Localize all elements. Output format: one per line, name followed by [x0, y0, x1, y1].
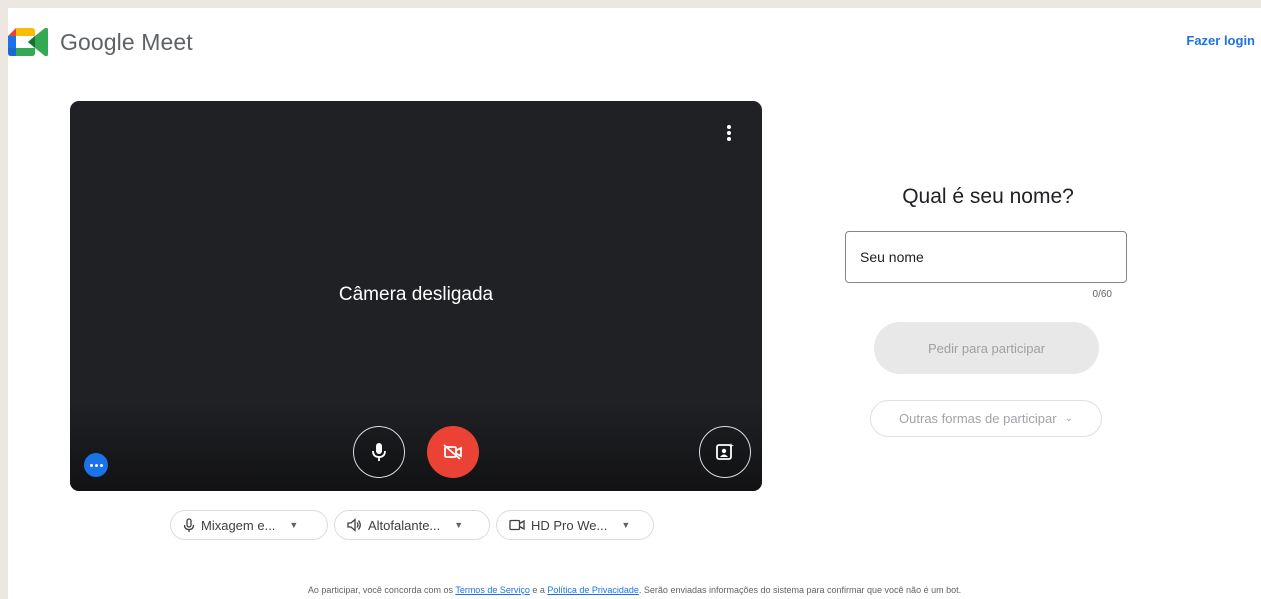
- other-ways-to-join-button[interactable]: Outras formas de participar ⌄: [870, 400, 1102, 437]
- speaker-select-label: Altofalante...: [368, 517, 441, 533]
- more-vert-icon[interactable]: [722, 123, 736, 143]
- name-prompt-heading: Qual é seu nome?: [902, 185, 1074, 208]
- chevron-down-icon: ⌄: [1064, 413, 1073, 424]
- page: Google Meet Fazer login Câmera desligada: [8, 8, 1261, 599]
- dropdown-arrow-icon: ▼: [289, 520, 299, 530]
- preview-bottom-gradient: [70, 401, 762, 491]
- camera-off-message: Câmera desligada: [338, 284, 494, 305]
- footer-text-start: Ao participar, você concorda com os: [307, 585, 456, 595]
- speaker-icon: [347, 518, 361, 532]
- device-selectors: Mixagem e... ▼ Altofalante... ▼ HD Pro W…: [170, 510, 654, 540]
- meet-logo-icon: [8, 28, 48, 56]
- name-input[interactable]: [845, 231, 1127, 283]
- footer-text-end: . Serão enviadas informações do sistema …: [638, 585, 962, 595]
- microphone-toggle-button[interactable]: [353, 426, 405, 478]
- camera-select[interactable]: HD Pro We... ▼: [496, 510, 654, 540]
- sign-in-link[interactable]: Fazer login: [1186, 33, 1255, 48]
- footer-text-mid: e a: [529, 585, 548, 595]
- privacy-policy-link[interactable]: Política de Privacidade: [547, 585, 639, 595]
- videocam-off-icon: [443, 444, 462, 460]
- character-counter: 0/60: [1092, 289, 1112, 300]
- visual-effects-icon: [716, 443, 734, 460]
- camera-select-label: HD Pro We...: [531, 517, 608, 533]
- videocam-icon: [509, 519, 525, 531]
- terms-footer: Ao participar, você concorda com os Term…: [8, 585, 1261, 595]
- camera-toggle-button[interactable]: [427, 426, 479, 478]
- google-meet-logo[interactable]: Google Meet: [8, 28, 193, 56]
- speaker-select[interactable]: Altofalante... ▼: [334, 510, 490, 540]
- video-preview: Câmera desligada: [70, 101, 762, 491]
- visual-effects-button[interactable]: [699, 426, 751, 478]
- other-ways-to-join-label: Outras formas de participar: [899, 411, 1057, 426]
- mic-icon: [372, 443, 386, 461]
- ask-to-join-button[interactable]: Pedir para participar: [874, 322, 1099, 374]
- more-horiz-icon[interactable]: [84, 453, 108, 477]
- microphone-select[interactable]: Mixagem e... ▼: [170, 510, 328, 540]
- dropdown-arrow-icon: ▼: [621, 520, 631, 530]
- microphone-select-label: Mixagem e...: [201, 517, 276, 533]
- dropdown-arrow-icon: ▼: [454, 520, 464, 530]
- app-name: Google Meet: [60, 28, 193, 55]
- terms-of-service-link[interactable]: Termos de Serviço: [455, 585, 530, 595]
- mic-outline-icon: [183, 517, 195, 532]
